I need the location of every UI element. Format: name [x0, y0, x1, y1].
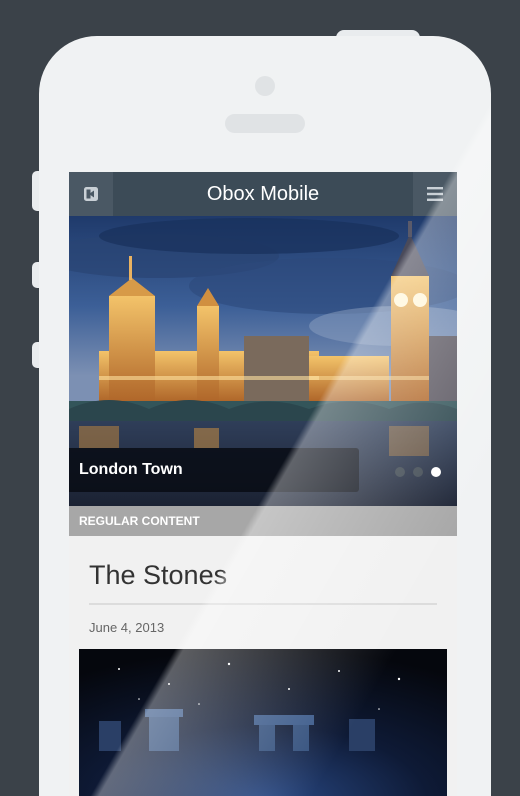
slide-caption-title: London Town [79, 461, 183, 478]
phone-speaker [225, 114, 305, 133]
slider-dot-2[interactable] [413, 467, 423, 477]
slider-dot-3[interactable] [431, 467, 441, 477]
post-image-graphic [79, 649, 447, 796]
top-nav-bar: Obox Mobile [69, 172, 457, 216]
app-screen: Obox Mobile London Town REGULAR CONTENT … [69, 172, 457, 796]
featured-slider[interactable]: London Town [69, 216, 457, 506]
post-title[interactable]: The Stones [89, 560, 227, 591]
app-title: Obox Mobile [206, 183, 320, 205]
post-date: June 4, 2013 [89, 620, 165, 635]
post-image-stonehenge[interactable] [79, 649, 447, 796]
sign-in-button[interactable] [69, 172, 113, 216]
section-label: REGULAR CONTENT [79, 514, 200, 528]
slide-caption: London Town [69, 448, 359, 492]
hamburger-menu-icon [427, 187, 443, 201]
menu-button[interactable] [413, 172, 457, 216]
post-divider [89, 603, 437, 605]
sign-in-icon [84, 187, 98, 201]
phone-camera [255, 76, 275, 96]
slider-dot-1[interactable] [395, 467, 405, 477]
post-card: The Stones June 4, 2013 [69, 536, 457, 796]
section-header: REGULAR CONTENT [69, 506, 457, 536]
slider-pagination [395, 467, 441, 477]
phone-frame: Obox Mobile London Town REGULAR CONTENT … [39, 36, 491, 796]
